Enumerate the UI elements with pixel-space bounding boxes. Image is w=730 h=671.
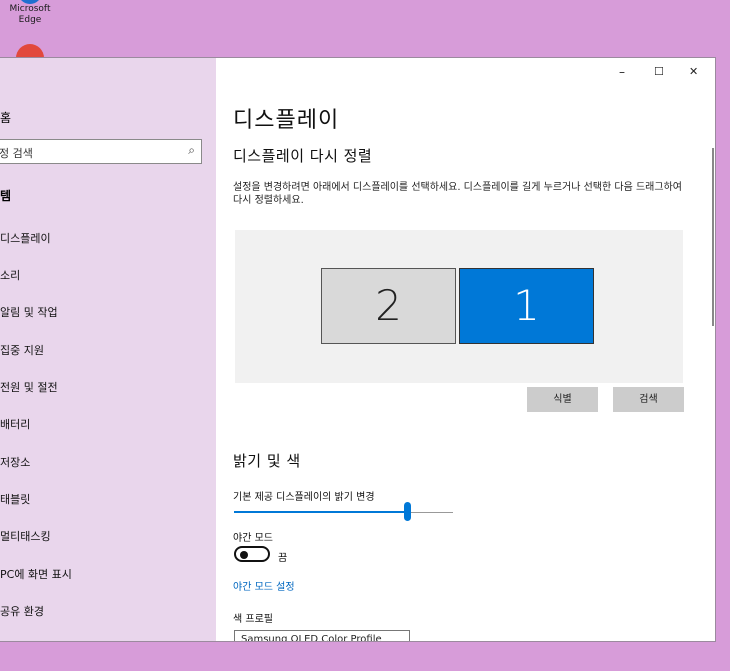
monitor-1[interactable]: 1 bbox=[459, 268, 594, 344]
night-light-state: 끔 bbox=[278, 553, 288, 564]
scrollbar[interactable] bbox=[712, 148, 714, 326]
sidebar-item-shared-experiences[interactable]: 공유 환경 bbox=[0, 603, 44, 619]
sidebar-item-project-to-pc[interactable]: PC에 화면 표시 bbox=[0, 566, 72, 582]
sidebar-item-sound[interactable]: 소리 bbox=[0, 267, 20, 283]
sidebar: 홈 정 검색 ⌕ 템 디스플레이 소리 알림 및 작업 집중 지원 전원 및 절… bbox=[0, 58, 216, 641]
maximize-button[interactable]: ☐ bbox=[654, 65, 664, 78]
search-box[interactable]: 정 검색 ⌕ bbox=[0, 139, 202, 164]
main-content: – ☐ ✕ 디스플레이 디스플레이 다시 정렬 설정을 변경하려면 아래에서 디… bbox=[216, 58, 715, 641]
sidebar-item-multitasking[interactable]: 멀티태스킹 bbox=[0, 528, 51, 544]
search-icon[interactable]: ⌕ bbox=[188, 143, 195, 158]
page-title: 디스플레이 bbox=[233, 108, 340, 133]
close-button[interactable]: ✕ bbox=[689, 65, 698, 78]
identify-button[interactable]: 식별 bbox=[527, 387, 598, 412]
sidebar-item-notifications[interactable]: 알림 및 작업 bbox=[0, 304, 58, 320]
brightness-heading: 밝기 및 색 bbox=[233, 452, 301, 470]
sidebar-item-tablet[interactable]: 태블릿 bbox=[0, 491, 30, 507]
settings-window: 홈 정 검색 ⌕ 템 디스플레이 소리 알림 및 작업 집중 지원 전원 및 절… bbox=[0, 57, 716, 642]
monitor-2[interactable]: 2 bbox=[321, 268, 456, 344]
display-arrangement-area[interactable]: 2 1 bbox=[235, 230, 683, 383]
color-profile-label: 색 프로필 bbox=[233, 614, 273, 625]
sidebar-item-power-sleep[interactable]: 전원 및 절전 bbox=[0, 379, 58, 395]
search-input[interactable]: 정 검색 bbox=[0, 145, 33, 161]
sidebar-item-focus-assist[interactable]: 집중 지원 bbox=[0, 342, 44, 358]
sidebar-item-display[interactable]: 디스플레이 bbox=[0, 230, 51, 246]
desktop-icon-chrome[interactable] bbox=[0, 0, 60, 58]
brightness-label: 기본 제공 디스플레이의 밝기 변경 bbox=[233, 492, 375, 503]
rearrange-heading: 디스플레이 다시 정렬 bbox=[233, 147, 373, 165]
night-light-toggle[interactable] bbox=[234, 546, 270, 562]
color-profile-dropdown[interactable]: Samsung OLED Color Profile bbox=[234, 630, 410, 641]
toggle-knob bbox=[240, 551, 248, 559]
minimize-button[interactable]: – bbox=[619, 65, 625, 79]
sidebar-section-title: 템 bbox=[0, 189, 12, 203]
night-light-settings-link[interactable]: 야간 모드 설정 bbox=[233, 578, 295, 593]
sidebar-home[interactable]: 홈 bbox=[0, 109, 11, 126]
brightness-slider-fill bbox=[234, 511, 407, 513]
sidebar-item-battery[interactable]: 배터리 bbox=[0, 416, 30, 432]
brightness-slider-thumb[interactable] bbox=[404, 502, 411, 521]
rearrange-description: 설정을 변경하려면 아래에서 디스플레이를 선택하세요. 디스플레이를 길게 누… bbox=[233, 182, 682, 206]
sidebar-item-storage[interactable]: 저장소 bbox=[0, 454, 30, 470]
detect-button[interactable]: 검색 bbox=[613, 387, 684, 412]
night-light-label: 야간 모드 bbox=[233, 533, 273, 544]
chrome-icon bbox=[16, 44, 44, 58]
